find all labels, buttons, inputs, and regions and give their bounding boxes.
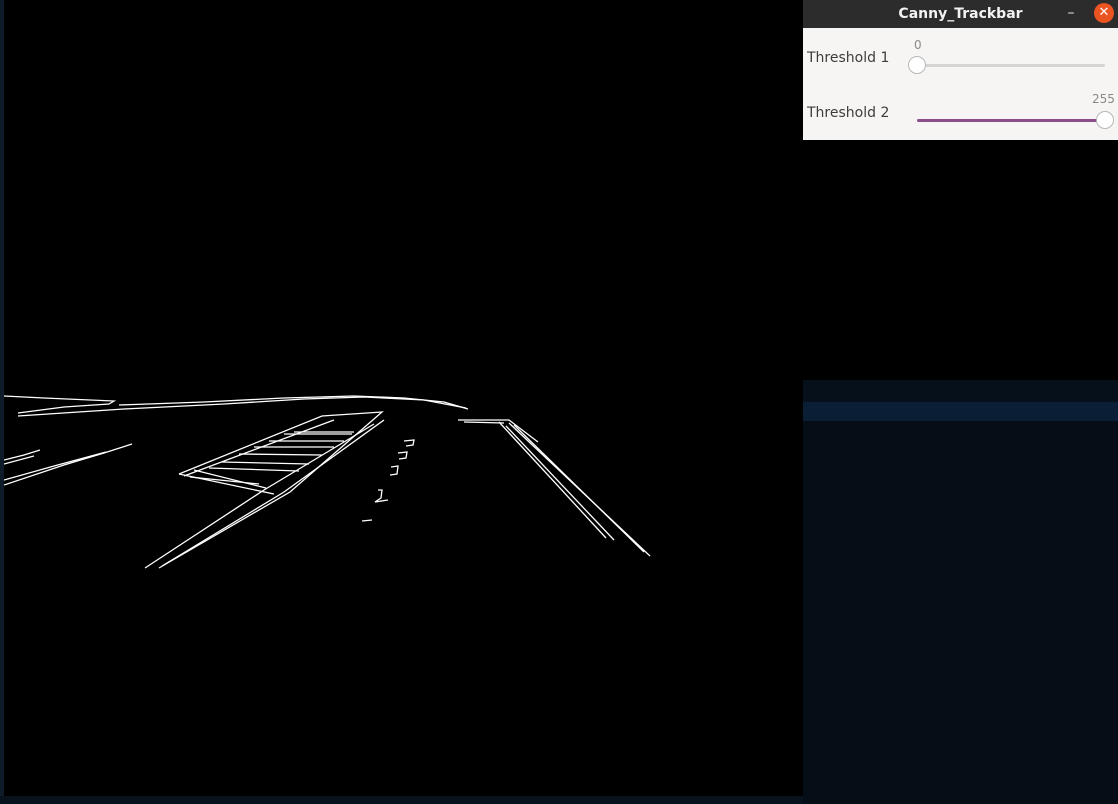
editor-bottom-strip (0, 796, 803, 804)
minimize-button[interactable]: – (1061, 3, 1081, 23)
slider-track[interactable] (908, 56, 1105, 74)
trackbar-value: 255 (1092, 92, 1115, 106)
background-black-area (803, 140, 1118, 380)
canny-edge-image (4, 0, 803, 796)
road-edge-lines (4, 395, 651, 569)
trackbar-label: Threshold 1 (807, 50, 890, 66)
trackbar-window: Canny_Trackbar – ✕ Threshold 1 0 Thresho… (803, 0, 1118, 140)
background-editor-panel (803, 380, 1118, 804)
window-titlebar[interactable]: Canny_Trackbar – ✕ (803, 0, 1118, 28)
trackbar-row-threshold-2: Threshold 2 255 (803, 85, 1118, 140)
trackbar-value: 0 (914, 38, 922, 52)
slider-fill (917, 119, 1105, 122)
trackbar-label: Threshold 2 (807, 105, 890, 121)
background-panel-header (803, 380, 1118, 402)
trackbar-row-threshold-1: Threshold 1 0 (803, 30, 1118, 85)
slider-handle[interactable] (1096, 111, 1114, 129)
background-selected-line (803, 402, 1118, 421)
slider-track[interactable] (917, 111, 1114, 129)
close-button[interactable]: ✕ (1094, 3, 1114, 23)
slider-handle[interactable] (908, 56, 926, 74)
